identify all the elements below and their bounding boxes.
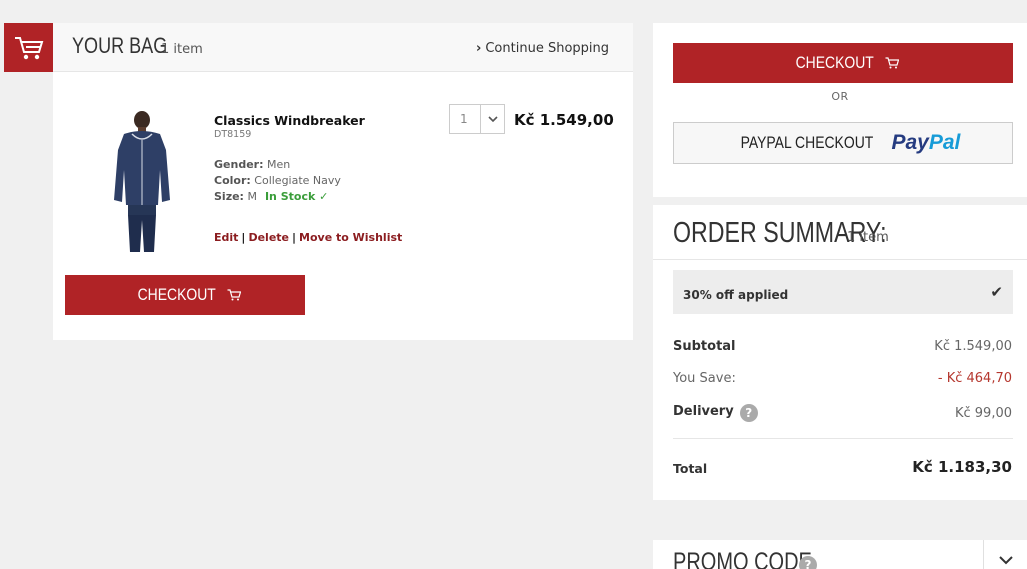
cart-badge — [4, 23, 53, 72]
you-save-label: You Save: — [673, 371, 736, 386]
subtotal-label: Subtotal — [673, 339, 736, 354]
color-value: Collegiate Navy — [254, 174, 341, 187]
cart-icon — [14, 36, 43, 59]
bag-item-count: 1 item — [161, 42, 203, 57]
product-size: Size: M In Stock ✓ — [214, 190, 328, 203]
you-save-value: - Kč 464,70 — [937, 371, 1012, 386]
product-actions: Edit | Delete | Move to Wishlist — [214, 231, 403, 244]
product-gender: Gender: Men — [214, 158, 290, 171]
continue-shopping-label: Continue Shopping — [485, 41, 609, 56]
bag-checkout-button[interactable]: CHECKOUT — [65, 275, 305, 315]
or-separator: OR — [831, 90, 849, 103]
quantity-select[interactable]: 1 — [449, 104, 505, 134]
subtotal-value: Kč 1.549,00 — [934, 339, 1012, 354]
chevron-down-icon[interactable] — [983, 540, 1027, 569]
bag-title: YOUR BAG — [72, 33, 168, 58]
bag-header: YOUR BAG 1 item › Continue Shopping — [53, 23, 633, 72]
total-label: Total — [673, 461, 708, 476]
paypal-logo: PayPal — [891, 131, 961, 154]
divider — [653, 259, 1027, 260]
chevron-down-icon[interactable] — [480, 105, 504, 133]
checkout-button[interactable]: CHECKOUT — [673, 43, 1013, 83]
color-label: Color: — [214, 174, 251, 187]
product-sku: DT8159 — [214, 129, 252, 140]
size-value: M — [247, 190, 257, 203]
size-label: Size: — [214, 190, 244, 203]
product-image[interactable] — [110, 110, 174, 253]
checkout-label: CHECKOUT — [137, 285, 217, 304]
discount-text: 30% off applied — [683, 288, 789, 302]
quantity-value: 1 — [460, 112, 468, 126]
continue-shopping-link[interactable]: › Continue Shopping — [476, 41, 609, 56]
delivery-value: Kč 99,00 — [954, 406, 1012, 421]
delete-link[interactable]: Delete — [248, 231, 289, 244]
product-price: Kč 1.549,00 — [514, 111, 614, 129]
help-icon[interactable]: ? — [739, 404, 758, 422]
checkmark-icon: ✔ — [990, 283, 1003, 301]
cart-icon — [885, 57, 899, 69]
gender-label: Gender: — [214, 158, 264, 171]
move-to-wishlist-link[interactable]: Move to Wishlist — [299, 231, 402, 244]
chevron-right-icon: › — [476, 41, 482, 56]
stock-status: In Stock ✓ — [264, 190, 329, 203]
cart-icon — [227, 289, 241, 301]
divider — [673, 438, 1013, 439]
bag-panel: YOUR BAG 1 item › Continue Shopping Class… — [53, 23, 633, 340]
discount-banner: 30% off applied ✔ — [673, 270, 1013, 314]
paypal-checkout-label: PAYPAL CHECKOUT — [740, 133, 873, 152]
edit-link[interactable]: Edit — [214, 231, 238, 244]
promo-code-title: PROMO CODE — [673, 548, 812, 569]
order-summary-panel: ORDER SUMMARY: 1 item 30% off applied ✔ … — [653, 205, 1027, 500]
product-name[interactable]: Classics Windbreaker — [214, 113, 365, 128]
gender-value: Men — [266, 158, 291, 171]
checkout-panel: CHECKOUT OR PAYPAL CHECKOUT PayPal — [653, 23, 1027, 197]
checkout-label: CHECKOUT — [795, 53, 875, 72]
product-color: Color: Collegiate Navy — [214, 174, 341, 187]
total-value: Kč 1.183,30 — [912, 458, 1012, 476]
delivery-label: Delivery? — [673, 404, 758, 422]
order-summary-count: 1 item — [847, 230, 889, 245]
help-icon[interactable]: ? — [799, 556, 817, 569]
paypal-checkout-button[interactable]: PAYPAL CHECKOUT PayPal — [673, 122, 1013, 164]
promo-code-panel[interactable]: PROMO CODE ? — [653, 540, 1027, 569]
